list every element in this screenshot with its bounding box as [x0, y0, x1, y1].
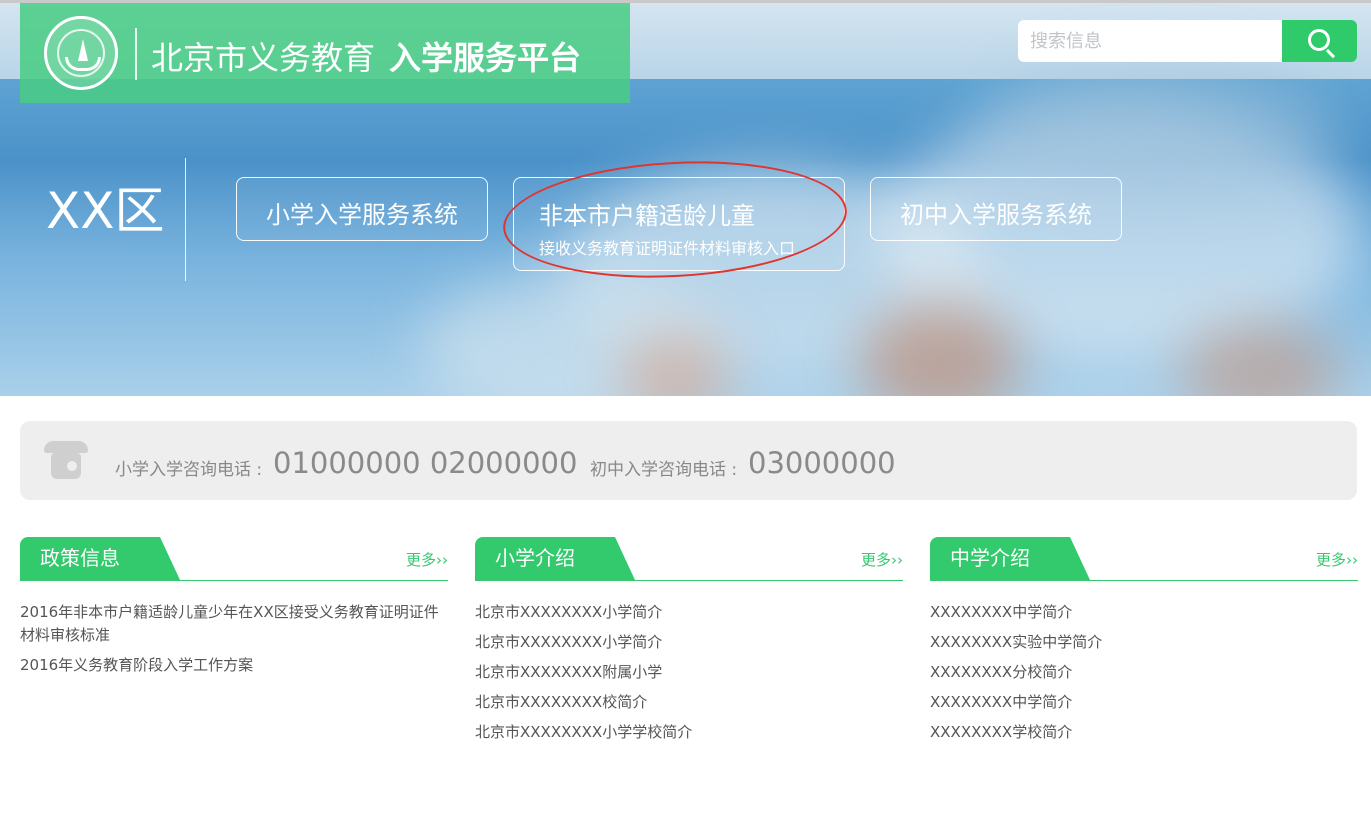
primary-school-item[interactable]: 北京市XXXXXXXX小学简介: [475, 631, 903, 654]
policy-section: 政策信息 更多›› 2016年非本市户籍适龄儿童少年在XX区接受义务教育证明证件…: [20, 537, 448, 684]
primary-school-item[interactable]: 北京市XXXXXXXX小学学校简介: [475, 721, 903, 744]
primary-school-more-link[interactable]: 更多››: [861, 549, 903, 570]
policy-section-title: 政策信息: [20, 537, 180, 580]
primary-school-item[interactable]: 北京市XXXXXXXX校简介: [475, 691, 903, 714]
middle-school-section-title: 中学介绍: [930, 537, 1090, 580]
middle-school-item[interactable]: XXXXXXXX学校简介: [930, 721, 1358, 744]
primary-hotline-numbers: 01000000 02000000: [273, 446, 578, 480]
middle-hotline-number: 03000000: [748, 446, 896, 480]
middle-school-item[interactable]: XXXXXXXX实验中学简介: [930, 631, 1358, 654]
primary-school-system-label: 小学入学服务系统: [266, 201, 458, 229]
non-resident-children-sublabel: 接收义务教育证明证件材料审核入口: [539, 239, 796, 258]
non-resident-children-review-button[interactable]: 非本市户籍适龄儿童 接收义务教育证明证件材料审核入口: [513, 177, 845, 271]
site-title: 北京市义务教育 入学服务平台: [151, 33, 581, 79]
search-button[interactable]: [1282, 20, 1357, 62]
site-title-light: 北京市义务教育: [151, 39, 376, 77]
district-name: XX区: [46, 182, 165, 240]
policy-item[interactable]: 2016年义务教育阶段入学工作方案: [20, 654, 448, 677]
middle-school-section: 中学介绍 更多›› XXXXXXXX中学简介 XXXXXXXX实验中学简介 XX…: [930, 537, 1358, 751]
middle-hotline-label: 初中入学咨询电话 :: [590, 460, 738, 480]
policy-more-link[interactable]: 更多››: [406, 549, 448, 570]
district-divider: [185, 158, 186, 281]
middle-school-item[interactable]: XXXXXXXX分校简介: [930, 661, 1358, 684]
primary-school-section-header: 小学介绍 更多››: [475, 537, 903, 581]
hero-banner: 北京市义务教育入学服务平台 XX区 小学入学服务系统 非本市户籍适龄儿童 接收义…: [0, 3, 1371, 396]
search-icon: [1308, 29, 1330, 51]
policy-item[interactable]: 2016年非本市户籍适龄儿童少年在XX区接受义务教育证明证件材料审核标准: [20, 601, 448, 647]
primary-school-system-button[interactable]: 小学入学服务系统: [236, 177, 488, 241]
primary-school-section-title: 小学介绍: [475, 537, 635, 580]
search-bar: [1018, 20, 1357, 62]
primary-school-section: 小学介绍 更多›› 北京市XXXXXXXX小学简介 北京市XXXXXXXX小学简…: [475, 537, 903, 751]
site-logo[interactable]: 北京市义务教育 入学服务平台: [20, 3, 630, 103]
policy-list: 2016年非本市户籍适龄儿童少年在XX区接受义务教育证明证件材料审核标准 201…: [20, 601, 448, 677]
middle-school-item[interactable]: XXXXXXXX中学简介: [930, 691, 1358, 714]
primary-school-item[interactable]: 北京市XXXXXXXX小学简介: [475, 601, 903, 624]
middle-school-list: XXXXXXXX中学简介 XXXXXXXX实验中学简介 XXXXXXXX分校简介…: [930, 601, 1358, 744]
contact-bar: 小学入学咨询电话 : 01000000 02000000 初中入学咨询电话 : …: [20, 421, 1357, 500]
middle-school-item[interactable]: XXXXXXXX中学简介: [930, 601, 1358, 624]
non-resident-children-label: 非本市户籍适龄儿童: [539, 202, 755, 230]
telephone-icon: [44, 441, 88, 479]
search-input[interactable]: [1018, 20, 1288, 62]
policy-section-header: 政策信息 更多››: [20, 537, 448, 581]
logo-divider: [135, 28, 137, 80]
middle-school-more-link[interactable]: 更多››: [1316, 549, 1358, 570]
primary-school-list: 北京市XXXXXXXX小学简介 北京市XXXXXXXX小学简介 北京市XXXXX…: [475, 601, 903, 744]
middle-school-system-label: 初中入学服务系统: [900, 201, 1092, 229]
middle-school-system-button[interactable]: 初中入学服务系统: [870, 177, 1122, 241]
education-tree-logo-icon: [44, 16, 118, 90]
site-title-bold: 入学服务平台: [389, 39, 582, 77]
primary-school-item[interactable]: 北京市XXXXXXXX附属小学: [475, 661, 903, 684]
middle-school-section-header: 中学介绍 更多››: [930, 537, 1358, 581]
primary-hotline-label: 小学入学咨询电话 :: [115, 460, 263, 480]
